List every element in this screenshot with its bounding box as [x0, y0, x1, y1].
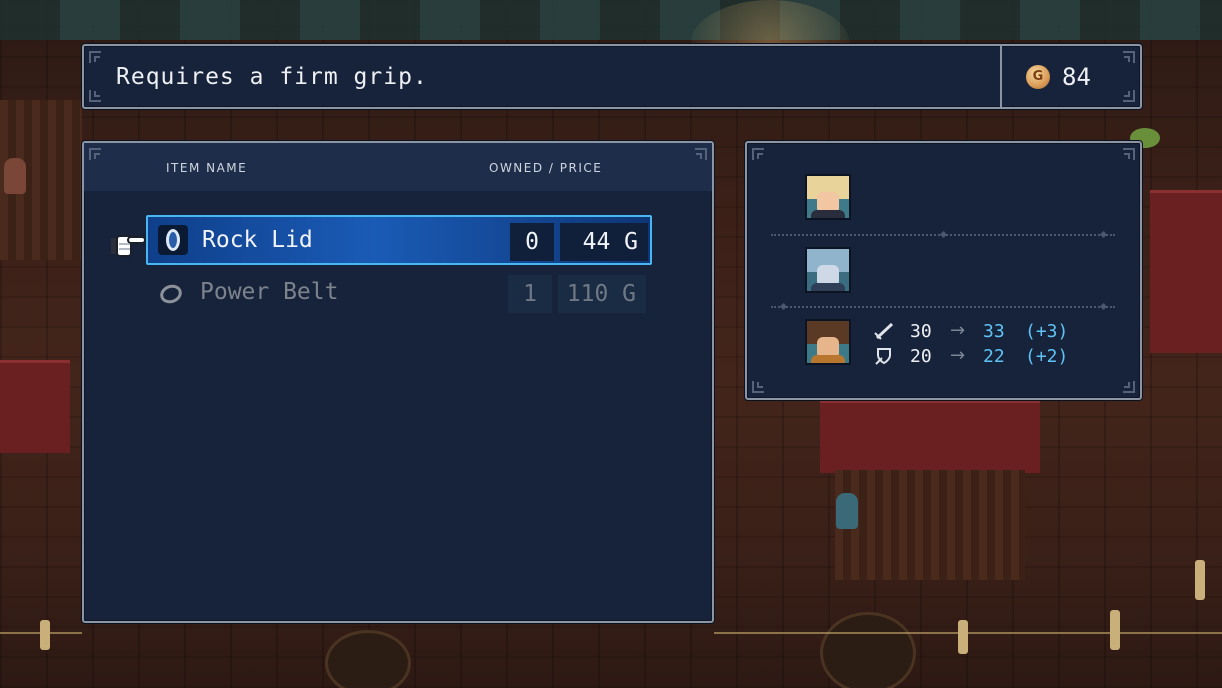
shop-item-row-selected[interactable]: Rock Lid 0 44 G [146, 215, 652, 265]
background-npc-merchant [836, 493, 858, 529]
separator-ornament [1099, 230, 1108, 239]
shop-item-row[interactable]: Power Belt 1 110 G [146, 269, 652, 319]
party-equip-preview-panel: 30 → 33 (+3) 20 → 22 (+2) [745, 141, 1142, 400]
shield-stat-icon [875, 348, 891, 365]
panel-corner-ornament [1123, 90, 1135, 102]
attack-new: 33 [983, 321, 1005, 342]
panel-corner-ornament [1123, 148, 1135, 160]
gold-amount: 84 [1062, 63, 1091, 91]
separator-ornament [1099, 302, 1108, 311]
brown-hair-hero-portrait [805, 319, 851, 365]
gold-divider [1000, 46, 1002, 107]
gold-coin-icon: G [1026, 65, 1050, 89]
stat-arrow-icon: → [950, 345, 966, 366]
panel-corner-ornament [695, 148, 707, 160]
panel-corner-ornament [89, 148, 101, 160]
background-barrel [325, 630, 411, 688]
belt-icon [156, 277, 186, 307]
background-fence-post [1195, 560, 1205, 600]
column-header-owned-price: OWNED / PRICE [489, 161, 603, 175]
background-barrel-large [820, 612, 916, 688]
background-roof [0, 0, 1222, 40]
item-price: 44 G [560, 223, 648, 261]
background-awning-right [1150, 190, 1222, 353]
panel-corner-ornament [1123, 51, 1135, 63]
item-owned-count: 0 [510, 223, 554, 261]
shield-icon [158, 225, 188, 255]
separator-ornament [779, 302, 788, 311]
stat-arrow-icon: → [950, 320, 966, 341]
item-owned-count: 1 [508, 275, 552, 313]
attack-delta: (+3) [1025, 321, 1069, 342]
separator-ornament [939, 230, 948, 239]
background-fence-post [1110, 610, 1120, 650]
background-fence-post [40, 620, 50, 650]
column-header-item-name: ITEM NAME [166, 161, 248, 175]
sword-icon [874, 322, 894, 340]
background-fence-post [958, 620, 968, 654]
pointing-hand-cursor-icon [111, 235, 146, 257]
defense-delta: (+2) [1025, 346, 1069, 367]
item-name: Rock Lid [202, 227, 313, 253]
background-awning-left [0, 360, 70, 453]
item-price: 110 G [558, 275, 646, 313]
panel-corner-ornament [89, 51, 101, 63]
panel-corner-ornament [89, 90, 101, 102]
defense-current: 20 [910, 346, 932, 367]
item-description-panel: Requires a firm grip. G 84 [82, 44, 1142, 109]
background-rope-right [714, 632, 1222, 634]
defense-new: 22 [983, 346, 1005, 367]
blonde-hero-portrait [805, 174, 851, 220]
background-npc [4, 158, 26, 194]
party-separator [771, 306, 1115, 308]
panel-corner-ornament [752, 148, 764, 160]
panel-corner-ornament [752, 381, 764, 393]
list-header: ITEM NAME OWNED / PRICE [84, 143, 712, 191]
panel-corner-ornament [1123, 381, 1135, 393]
item-name: Power Belt [200, 279, 339, 305]
blue-hair-hero-portrait [805, 247, 851, 293]
background-awning-stall [820, 400, 1040, 473]
item-description-text: Requires a firm grip. [116, 64, 428, 90]
attack-current: 30 [910, 321, 932, 342]
shop-item-list-panel: ITEM NAME OWNED / PRICE Rock Lid 0 44 G … [82, 141, 714, 623]
background-stall-counter [835, 470, 1025, 580]
